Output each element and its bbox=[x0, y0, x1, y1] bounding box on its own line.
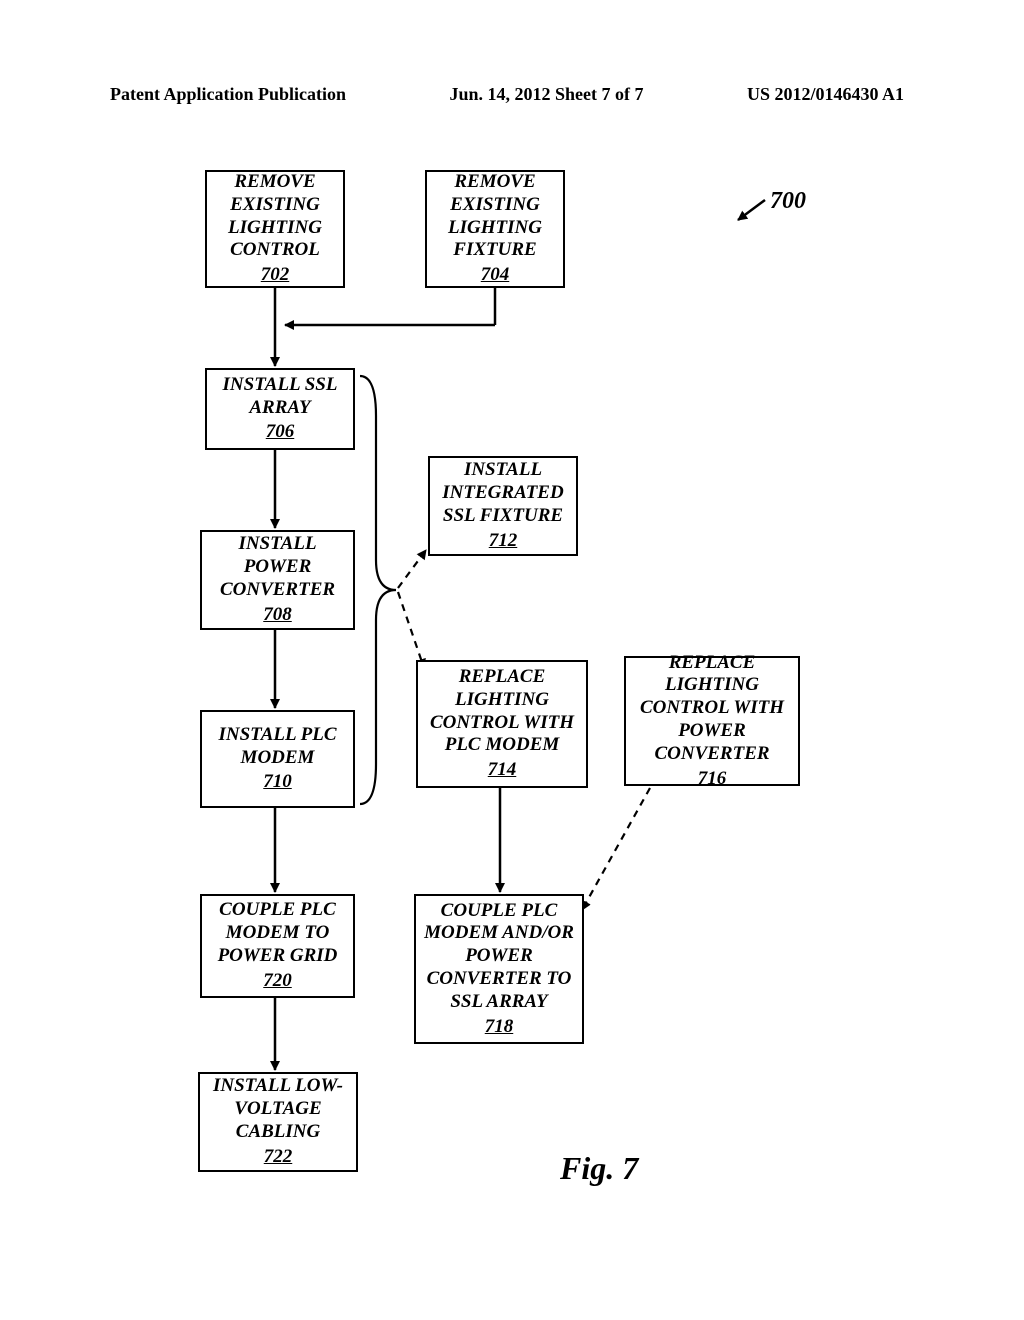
header-left: Patent Application Publication bbox=[110, 84, 346, 105]
box-706: INSTALL SSL ARRAY 706 bbox=[205, 368, 355, 450]
header-center: Jun. 14, 2012 Sheet 7 of 7 bbox=[449, 84, 643, 105]
box-702-ref: 702 bbox=[213, 264, 337, 287]
box-712: INSTALL INTEGRATED SSL FIXTURE 712 bbox=[428, 456, 578, 556]
box-716-text: REPLACE LIGHTING CONTROL WITH POWER CONV… bbox=[632, 652, 792, 766]
box-704-ref: 704 bbox=[433, 264, 557, 287]
box-716: REPLACE LIGHTING CONTROL WITH POWER CONV… bbox=[624, 656, 800, 786]
box-722-ref: 722 bbox=[206, 1146, 350, 1169]
box-710-ref: 710 bbox=[208, 771, 347, 794]
box-714-ref: 714 bbox=[424, 759, 580, 782]
box-710-text: INSTALL PLC MODEM bbox=[208, 724, 347, 770]
box-708: INSTALL POWER CONVERTER 708 bbox=[200, 530, 355, 630]
box-718-ref: 718 bbox=[422, 1016, 576, 1039]
box-714-text: REPLACE LIGHTING CONTROL WITH PLC MODEM bbox=[424, 666, 580, 757]
box-720-text: COUPLE PLC MODEM TO POWER GRID bbox=[208, 899, 347, 967]
box-716-ref: 716 bbox=[632, 768, 792, 791]
header-right: US 2012/0146430 A1 bbox=[747, 84, 904, 105]
box-712-text: INSTALL INTEGRATED SSL FIXTURE bbox=[436, 459, 570, 527]
box-710: INSTALL PLC MODEM 710 bbox=[200, 710, 355, 808]
box-706-text: INSTALL SSL ARRAY bbox=[213, 374, 347, 420]
box-720: COUPLE PLC MODEM TO POWER GRID 720 bbox=[200, 894, 355, 998]
box-708-text: INSTALL POWER CONVERTER bbox=[208, 533, 347, 601]
box-722: INSTALL LOW-VOLTAGE CABLING 722 bbox=[198, 1072, 358, 1172]
box-704-text: REMOVE EXISTING LIGHTING FIXTURE bbox=[433, 171, 557, 262]
box-702-text: REMOVE EXISTING LIGHTING CONTROL bbox=[213, 171, 337, 262]
box-720-ref: 720 bbox=[208, 970, 347, 993]
flowchart-diagram: 700 REMOVE EXISTING LIGHTING CONTROL 702… bbox=[0, 140, 1024, 1320]
figure-caption: Fig. 7 bbox=[560, 1150, 638, 1187]
box-714: REPLACE LIGHTING CONTROL WITH PLC MODEM … bbox=[416, 660, 588, 788]
reference-number-700: 700 bbox=[770, 188, 806, 215]
box-708-ref: 708 bbox=[208, 604, 347, 627]
box-712-ref: 712 bbox=[436, 530, 570, 553]
box-702: REMOVE EXISTING LIGHTING CONTROL 702 bbox=[205, 170, 345, 288]
box-718: COUPLE PLC MODEM AND/OR POWER CONVERTER … bbox=[414, 894, 584, 1044]
box-704: REMOVE EXISTING LIGHTING FIXTURE 704 bbox=[425, 170, 565, 288]
box-722-text: INSTALL LOW-VOLTAGE CABLING bbox=[206, 1075, 350, 1143]
page-header: Patent Application Publication Jun. 14, … bbox=[0, 84, 1024, 105]
box-706-ref: 706 bbox=[213, 421, 347, 444]
box-718-text: COUPLE PLC MODEM AND/OR POWER CONVERTER … bbox=[422, 900, 576, 1014]
